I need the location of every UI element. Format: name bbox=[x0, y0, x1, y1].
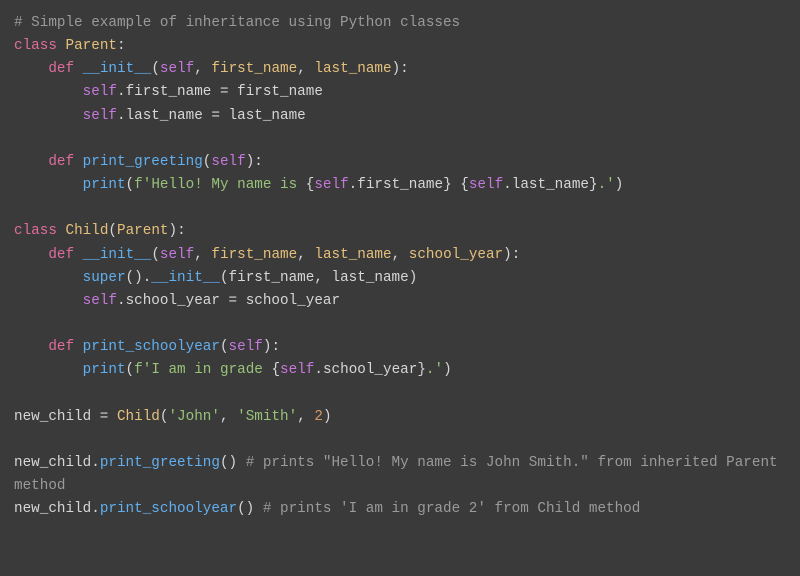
class-name: Child bbox=[66, 223, 109, 239]
self: self bbox=[83, 293, 117, 309]
keyword-def: def bbox=[48, 339, 74, 355]
self: self bbox=[314, 177, 348, 193]
string: 'Hello! My name is bbox=[143, 177, 306, 193]
arg: first_name bbox=[229, 270, 315, 286]
code-block: # Simple example of inheritance using Py… bbox=[0, 0, 800, 533]
variable: new_child bbox=[14, 455, 91, 471]
text: : bbox=[117, 38, 126, 54]
identifier: first_name bbox=[237, 84, 323, 100]
variable: new_child bbox=[14, 501, 91, 517]
self: self bbox=[83, 84, 117, 100]
identifier: school_year bbox=[246, 293, 340, 309]
method-init: __init__ bbox=[83, 61, 152, 77]
attr: last_name bbox=[512, 177, 589, 193]
param: first_name bbox=[211, 247, 297, 263]
builtin-print: print bbox=[83, 362, 126, 378]
builtin-super: super bbox=[83, 270, 126, 286]
arg: last_name bbox=[332, 270, 409, 286]
keyword-def: def bbox=[48, 247, 74, 263]
method-call: print_greeting bbox=[100, 455, 220, 471]
self-param: self bbox=[211, 154, 245, 170]
string: .' bbox=[598, 177, 615, 193]
comment: # Simple example of inheritance using Py… bbox=[14, 15, 460, 31]
attr: school_year bbox=[126, 293, 220, 309]
param: first_name bbox=[211, 61, 297, 77]
attr: school_year bbox=[323, 362, 417, 378]
fstring-prefix: f bbox=[134, 362, 143, 378]
class-call: Child bbox=[117, 409, 160, 425]
self: self bbox=[280, 362, 314, 378]
self: self bbox=[469, 177, 503, 193]
self-param: self bbox=[160, 247, 194, 263]
method-init: __init__ bbox=[83, 247, 152, 263]
method-call: print_schoolyear bbox=[100, 501, 237, 517]
param: school_year bbox=[409, 247, 503, 263]
string-arg: 'John' bbox=[168, 409, 219, 425]
identifier: last_name bbox=[229, 108, 306, 124]
method-name: print_schoolyear bbox=[83, 339, 220, 355]
number-arg: 2 bbox=[314, 409, 323, 425]
string bbox=[452, 177, 461, 193]
param: last_name bbox=[314, 61, 391, 77]
attr: first_name bbox=[126, 84, 212, 100]
keyword-def: def bbox=[48, 61, 74, 77]
string: .' bbox=[426, 362, 443, 378]
string-arg: 'Smith' bbox=[237, 409, 297, 425]
method-name: print_greeting bbox=[83, 154, 203, 170]
keyword-class: class bbox=[14, 38, 57, 54]
attr: first_name bbox=[357, 177, 443, 193]
builtin-print: print bbox=[83, 177, 126, 193]
class-name: Parent bbox=[66, 38, 117, 54]
keyword-def: def bbox=[48, 154, 74, 170]
param: last_name bbox=[314, 247, 391, 263]
self: self bbox=[83, 108, 117, 124]
comment: # prints 'I am in grade 2' from Child me… bbox=[263, 501, 641, 517]
self-param: self bbox=[229, 339, 263, 355]
attr: last_name bbox=[126, 108, 203, 124]
fstring-prefix: f bbox=[134, 177, 143, 193]
method-init: __init__ bbox=[151, 270, 220, 286]
self-param: self bbox=[160, 61, 194, 77]
keyword-class: class bbox=[14, 223, 57, 239]
base-class: Parent bbox=[117, 223, 168, 239]
variable: new_child bbox=[14, 409, 91, 425]
string: 'I am in grade bbox=[143, 362, 272, 378]
